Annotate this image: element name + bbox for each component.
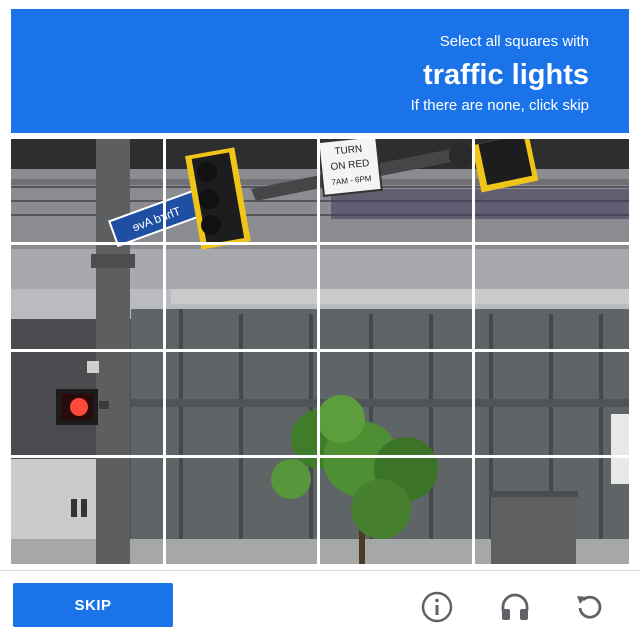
grid-tile-r3c2[interactable] [165, 351, 320, 458]
grid-tile-r1c1[interactable] [11, 139, 166, 246]
tile-grid [11, 139, 629, 564]
grid-tile-r4c1[interactable] [11, 457, 166, 564]
grid-tile-r2c3[interactable] [320, 245, 475, 352]
target-object-label: traffic lights [423, 59, 589, 91]
grid-tile-r3c1[interactable] [11, 351, 166, 458]
grid-tile-r4c2[interactable] [166, 457, 320, 564]
captcha-footer: SKIP [0, 571, 640, 640]
grid-tile-r2c2[interactable] [165, 245, 320, 352]
info-icon[interactable] [419, 589, 455, 625]
grid-tile-r1c3[interactable] [320, 139, 475, 246]
grid-tile-r2c4[interactable] [474, 245, 629, 352]
instruction-banner: Select all squares with traffic lights I… [11, 9, 629, 133]
grid-tile-r1c4[interactable] [474, 139, 629, 246]
reload-icon[interactable] [572, 589, 608, 625]
grid-tile-r4c4[interactable] [475, 458, 630, 564]
headphones-icon[interactable] [497, 589, 533, 625]
grid-tile-r2c1[interactable] [11, 245, 166, 352]
captcha-image-grid: Third Ave TURN ON RED 7AM - 6PM [11, 139, 629, 564]
instruction-prefix: Select all squares with [439, 33, 589, 50]
skip-button[interactable]: SKIP [13, 583, 173, 627]
grid-tile-r4c3[interactable] [320, 457, 475, 564]
grid-tile-r3c3[interactable] [320, 351, 475, 458]
grid-tile-r1c2[interactable] [165, 139, 320, 246]
grid-tile-r3c4[interactable] [474, 352, 629, 458]
instruction-suffix: If there are none, click skip [410, 97, 589, 114]
